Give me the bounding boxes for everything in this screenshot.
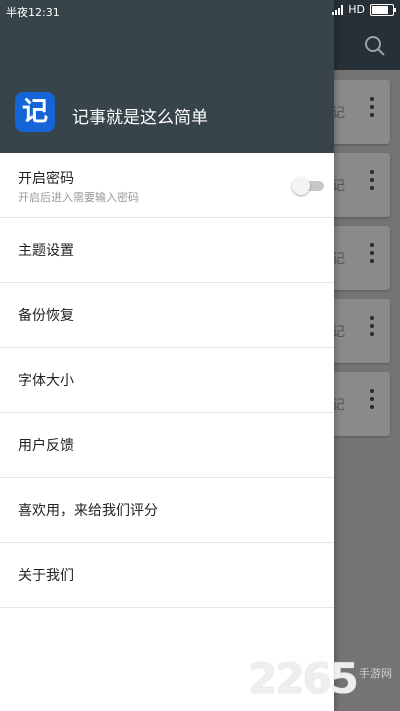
toggle-knob: [292, 177, 310, 195]
password-toggle[interactable]: [292, 177, 324, 195]
menu-item-rate[interactable]: 喜欢用，来给我们评分: [0, 478, 334, 543]
status-indicators: HD: [332, 3, 396, 16]
watermark-number: 2265: [248, 654, 359, 703]
more-vert-icon[interactable]: [370, 170, 374, 194]
more-vert-icon[interactable]: [370, 243, 374, 267]
menu-item-about[interactable]: 关于我们: [0, 543, 334, 608]
menu-item-label: 关于我们: [18, 568, 74, 584]
search-icon[interactable]: [364, 35, 386, 57]
status-bar: 半夜12:31 HD: [0, 0, 400, 22]
more-vert-icon[interactable]: [370, 97, 374, 121]
menu-item-label: 用户反馈: [18, 438, 74, 454]
menu-item-label: 喜欢用，来给我们评分: [18, 503, 158, 519]
menu-item-password[interactable]: 开启密码 开启后进入需要输入密码: [0, 153, 334, 218]
menu-item-font-size[interactable]: 字体大小: [0, 348, 334, 413]
more-vert-icon[interactable]: [370, 389, 374, 413]
menu-item-backup[interactable]: 备份恢复: [0, 283, 334, 348]
drawer-menu: 开启密码 开启后进入需要输入密码 主题设置 备份恢复 字体大小 用户反馈 喜欢用…: [0, 153, 334, 608]
watermark: 2265 手游网: [248, 654, 392, 703]
navigation-drawer: 记 记事就是这么简单 开启密码 开启后进入需要输入密码 主题设置 备份恢复 字体…: [0, 0, 334, 711]
battery-icon: [370, 3, 396, 16]
app-title: 记事就是这么简单: [72, 108, 208, 128]
menu-item-feedback[interactable]: 用户反馈: [0, 413, 334, 478]
menu-item-theme[interactable]: 主题设置: [0, 218, 334, 283]
drawer-header: 记 记事就是这么简单: [0, 0, 334, 153]
signal-icon: [332, 4, 344, 15]
app-logo-icon: 记: [15, 92, 55, 132]
menu-item-label: 主题设置: [18, 243, 74, 259]
watermark-sub: 手游网: [359, 667, 392, 680]
status-time: 半夜12:31: [6, 6, 60, 19]
menu-item-label: 备份恢复: [18, 308, 74, 324]
more-vert-icon[interactable]: [370, 316, 374, 340]
menu-item-subtitle: 开启后进入需要输入密码: [18, 191, 139, 204]
menu-item-label: 字体大小: [18, 373, 74, 389]
network-type: HD: [348, 3, 365, 16]
menu-item-label: 开启密码: [18, 171, 74, 187]
